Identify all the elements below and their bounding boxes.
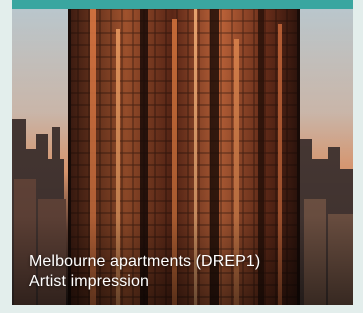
accent-bar [12, 0, 353, 9]
caption-subtitle: Artist impression [29, 273, 149, 290]
caption-title: Melbourne apartments (DREP1) [29, 253, 261, 270]
card-caption: Melbourne apartments (DREP1) Artist impr… [29, 252, 260, 292]
project-card[interactable]: Melbourne apartments (DREP1) Artist impr… [12, 0, 353, 305]
